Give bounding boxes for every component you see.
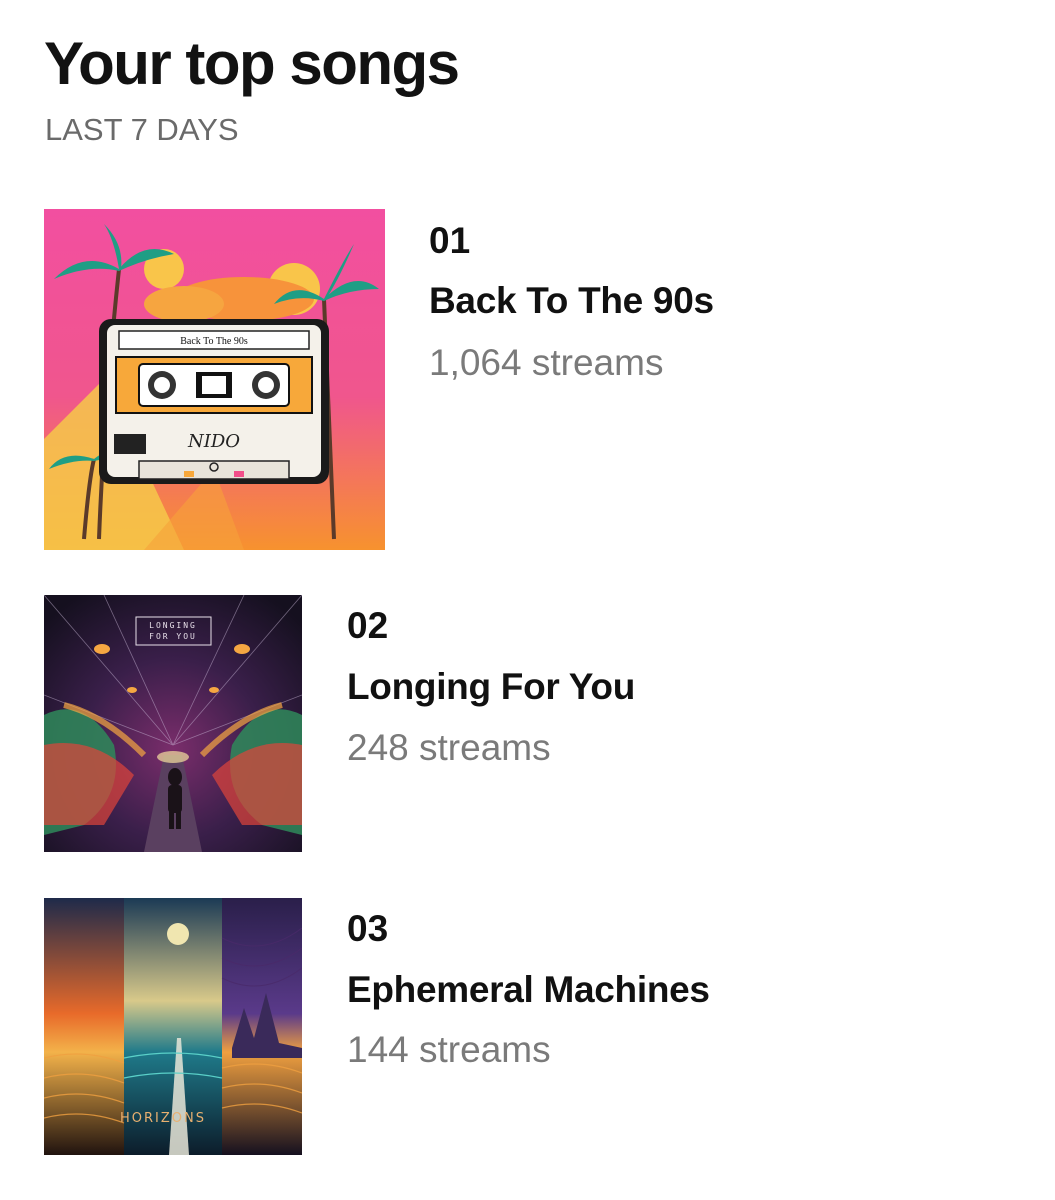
song-title[interactable]: Back To The 90s (429, 278, 714, 324)
song-rank: 02 (347, 605, 389, 646)
album-art[interactable]: Back To The 90s NIDO (44, 209, 385, 550)
art-label-line1: LONGING (149, 621, 197, 630)
page-title: Your top songs (44, 30, 460, 97)
song-rank: 01 (429, 220, 471, 261)
art-label-line2: FOR YOU (149, 632, 197, 641)
song-title[interactable]: Ephemeral Machines (347, 967, 710, 1013)
song-title[interactable]: Longing For You (347, 664, 635, 710)
stream-count: 248 streams (347, 727, 551, 768)
art-label: HORIZONS (120, 1111, 206, 1126)
album-art-back-to-the-90s: Back To The 90s NIDO (44, 209, 385, 550)
album-art-longing-for-you: LONGING FOR YOU (44, 595, 302, 852)
album-art[interactable]: LONGING FOR YOU (44, 595, 302, 852)
cassette-label: Back To The 90s (180, 336, 248, 347)
stream-count: 144 streams (347, 1029, 551, 1070)
time-range-label: LAST 7 DAYS (45, 112, 239, 147)
stream-count: 1,064 streams (429, 342, 664, 383)
album-art-ephemeral-machines: HORIZONS (44, 898, 302, 1155)
album-art[interactable]: HORIZONS (44, 898, 302, 1155)
cassette-signature: NIDO (187, 431, 240, 452)
song-rank: 03 (347, 908, 389, 949)
